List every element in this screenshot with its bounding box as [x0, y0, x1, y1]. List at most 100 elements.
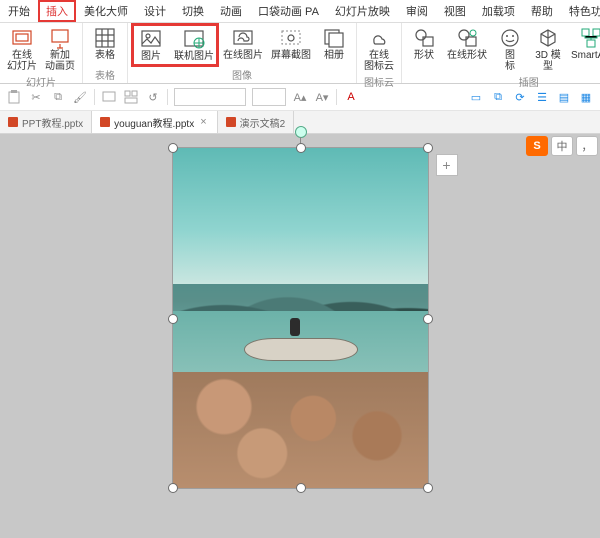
menu-item-0[interactable]: 开始	[0, 0, 38, 22]
online-image-icon	[183, 28, 205, 50]
align-tool-icon[interactable]: ▭	[468, 89, 484, 105]
format-painter-icon[interactable]: 🖌	[72, 89, 88, 105]
icon-cloud-icon	[368, 27, 390, 49]
layout-icon[interactable]	[123, 89, 139, 105]
menu-item-12[interactable]: 特色功能	[561, 0, 600, 22]
arrange-tool-icon[interactable]: ☰	[534, 89, 550, 105]
new-slide-icon[interactable]	[101, 89, 117, 105]
more-tool-icon[interactable]: ▤	[556, 89, 572, 105]
sogou-ime-icon[interactable]: S	[526, 136, 548, 156]
cloud-image-icon	[232, 27, 254, 49]
layout-options-button[interactable]: +	[436, 154, 458, 176]
resize-handle-bl[interactable]	[168, 483, 178, 493]
image-icon	[140, 28, 162, 50]
resize-handle-tr[interactable]	[423, 143, 433, 153]
shapes-icon	[413, 27, 435, 49]
resize-handle-br[interactable]	[423, 483, 433, 493]
table-icon	[94, 27, 116, 49]
rotate-tool-icon[interactable]: ⟳	[512, 89, 528, 105]
selected-image[interactable]: +	[173, 148, 428, 488]
extra-tool-icon[interactable]: ▦	[578, 89, 594, 105]
menu-bar: 开始插入美化大师设计切换动画口袋动画 PA幻灯片放映审阅视图加载项帮助特色功能O…	[0, 0, 600, 23]
ribbon-btn-album[interactable]: 相册	[317, 25, 351, 63]
ribbon-btn-new-slide[interactable]: 新加动画页	[43, 25, 77, 74]
ribbon-btn-label: 在线图片	[223, 50, 263, 61]
ribbon-btn-label: 在线形状	[447, 50, 487, 61]
menu-item-8[interactable]: 审阅	[398, 0, 436, 22]
decrease-font-icon[interactable]: A▾	[314, 89, 330, 105]
ribbon-btn-online-shapes[interactable]: 在线形状	[445, 25, 489, 63]
menu-item-1[interactable]: 插入	[38, 0, 76, 22]
ribbon-btn-label: 联机图片	[174, 51, 214, 62]
ribbon-group-插图: 形状在线形状图标3D 模型SmartArt图表插图	[402, 23, 600, 83]
rotate-handle[interactable]	[295, 126, 307, 138]
ime-float-bar: S 中 ，	[526, 136, 598, 156]
online-shapes-icon	[456, 27, 478, 49]
ime-punct-chip[interactable]: ，	[576, 136, 598, 156]
ribbon-btn-label: 在线幻灯片	[7, 50, 37, 72]
ribbon-btn-label: 新加动画页	[45, 50, 75, 72]
ribbon-btn-slides-online[interactable]: 在线幻灯片	[5, 25, 39, 74]
ribbon-group-图像: 图片联机图片在线图片屏幕截图相册图像	[128, 23, 357, 83]
reset-icon[interactable]: ↺	[145, 89, 161, 105]
screenshot-icon	[280, 27, 302, 49]
ribbon-btn-icons[interactable]: 图标	[493, 25, 527, 74]
resize-handle-l[interactable]	[168, 314, 178, 324]
font-color-icon[interactable]: A	[343, 89, 359, 105]
ribbon-btn-cloud-image[interactable]: 在线图片	[221, 25, 265, 63]
ribbon-group-图标云: 在线图标云图标云	[357, 23, 402, 83]
ribbon: 在线幻灯片新加动画页幻灯片表格表格图片联机图片在线图片屏幕截图相册图像在线图标云…	[0, 23, 600, 84]
close-icon[interactable]: ×	[198, 116, 208, 128]
ribbon-btn-smartart[interactable]: SmartArt	[569, 25, 600, 63]
ribbon-btn-label: 表格	[95, 50, 115, 61]
cut-icon[interactable]: ✂	[28, 89, 44, 105]
powerpoint-icon	[8, 117, 18, 127]
doc-tab-label: PPT教程.pptx	[22, 115, 83, 130]
ribbon-group-表格: 表格表格	[83, 23, 128, 83]
menu-item-3[interactable]: 设计	[136, 0, 174, 22]
ribbon-btn-shapes[interactable]: 形状	[407, 25, 441, 63]
new-slide-icon	[49, 27, 71, 49]
resize-handle-r[interactable]	[423, 314, 433, 324]
ribbon-group-label: 图标云	[364, 74, 394, 90]
resize-handle-b[interactable]	[296, 483, 306, 493]
group-tool-icon[interactable]: ⧉	[490, 89, 506, 105]
ribbon-btn-icon-cloud[interactable]: 在线图标云	[362, 25, 396, 74]
menu-item-2[interactable]: 美化大师	[76, 0, 136, 22]
copy-icon[interactable]: ⧉	[50, 89, 66, 105]
slide-canvas[interactable]: + S 中 ，	[0, 134, 600, 538]
powerpoint-icon	[226, 117, 236, 127]
ribbon-btn-online-image[interactable]: 联机图片	[172, 26, 216, 64]
powerpoint-icon	[100, 117, 110, 127]
menu-item-10[interactable]: 加载项	[474, 0, 523, 22]
menu-item-11[interactable]: 帮助	[523, 0, 561, 22]
ribbon-btn-label: SmartArt	[571, 50, 600, 61]
menu-item-5[interactable]: 动画	[212, 0, 250, 22]
ribbon-btn-table[interactable]: 表格	[88, 25, 122, 63]
ribbon-btn-label: 屏幕截图	[271, 50, 311, 61]
ribbon-group-label: 幻灯片	[26, 74, 56, 90]
icons-icon	[499, 27, 521, 49]
doc-tab-label: youguan教程.pptx	[114, 115, 194, 130]
doc-tab-label: 演示文稿2	[240, 115, 286, 130]
ribbon-btn-image[interactable]: 图片	[134, 26, 168, 64]
quick-access-toolbar: ✂ ⧉ 🖌 ↺ A▴ A▾ A ▭ ⧉ ⟳ ☰ ▤ ▦	[0, 84, 600, 111]
menu-item-7[interactable]: 幻灯片放映	[327, 0, 398, 22]
ribbon-btn-label: 形状	[414, 50, 434, 61]
ribbon-btn-label: 图片	[141, 51, 161, 62]
album-icon	[323, 27, 345, 49]
increase-font-icon[interactable]: A▴	[292, 89, 308, 105]
resize-handle-t[interactable]	[296, 143, 306, 153]
doc-tab-0[interactable]: PPT教程.pptx	[0, 111, 92, 133]
menu-item-4[interactable]: 切换	[174, 0, 212, 22]
menu-item-9[interactable]: 视图	[436, 0, 474, 22]
menu-item-6[interactable]: 口袋动画 PA	[250, 0, 327, 22]
resize-handle-tl[interactable]	[168, 143, 178, 153]
ribbon-btn-screenshot[interactable]: 屏幕截图	[269, 25, 313, 63]
paste-icon[interactable]	[6, 89, 22, 105]
ime-lang-chip[interactable]: 中	[551, 136, 573, 156]
doc-tab-1[interactable]: youguan教程.pptx ×	[92, 111, 218, 133]
ribbon-btn-3d-model[interactable]: 3D 模型	[531, 25, 565, 74]
doc-tab-2[interactable]: 演示文稿2	[218, 111, 295, 133]
ribbon-btn-label: 相册	[324, 50, 344, 61]
